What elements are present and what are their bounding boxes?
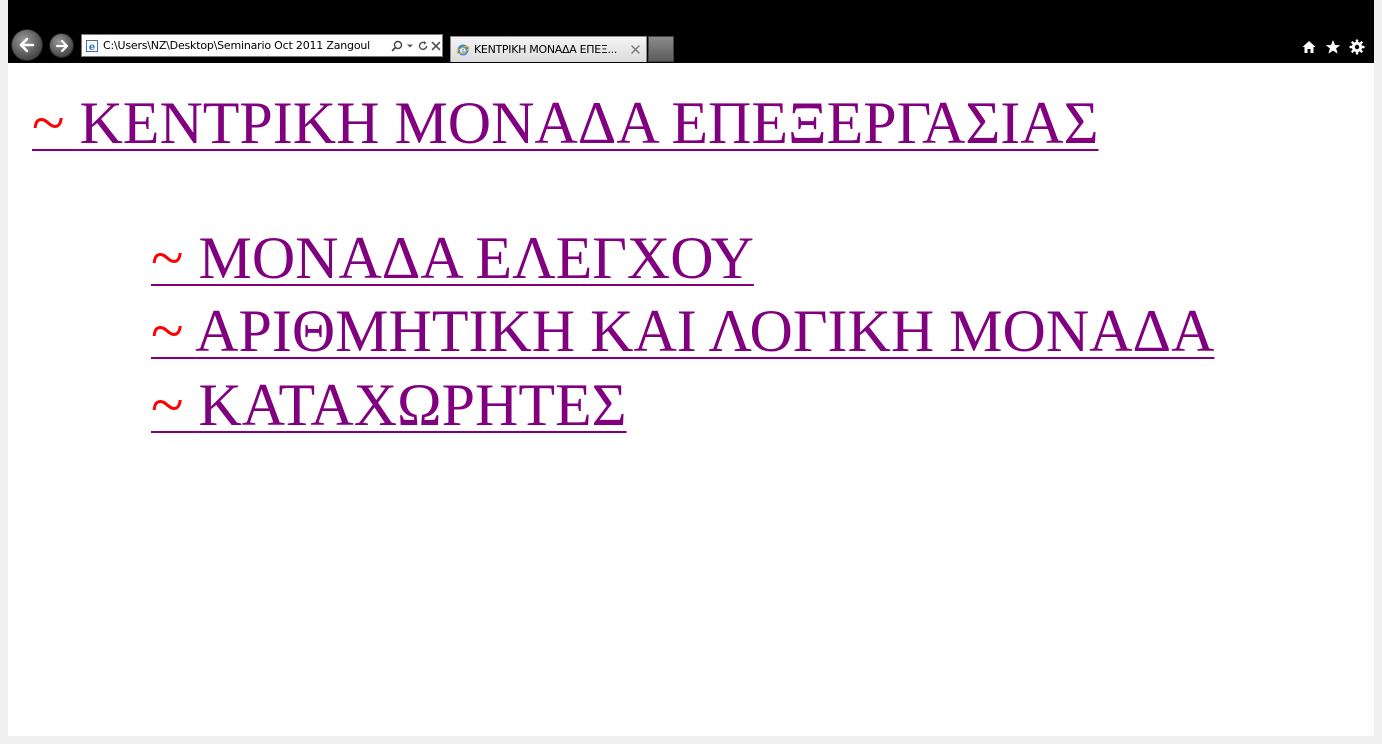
tools-button[interactable] [1348, 38, 1366, 56]
link-registers[interactable]: ~ ΚΑΤΑΧΩΡΗΤΕΣ [151, 375, 627, 435]
page-content: ~ ΚΕΝΤΡΙΚΗ ΜΟΝΑΔΑ ΕΠΕΞΕΡΓΑΣΙΑΣ ~ ΜΟΝΑΔΑ … [8, 63, 1374, 736]
close-icon [630, 45, 640, 54]
svg-text:e: e [89, 42, 95, 53]
gear-icon [1349, 39, 1365, 55]
star-icon [1325, 40, 1341, 54]
stop-button[interactable] [429, 36, 442, 56]
address-text[interactable]: C:\Users\NZ\Desktop\Seminario Oct 2011 Z… [103, 39, 390, 52]
bullet-tilde: ~ [151, 372, 199, 438]
back-button[interactable] [11, 29, 43, 61]
link-arithmetic-logic-unit[interactable]: ~ ΑΡΙΘΜΗΤΙΚΗ ΚΑΙ ΛΟΓΙΚΗ ΜΟΝΑΔΑ [151, 301, 1214, 361]
forward-arrow-icon [55, 39, 68, 52]
ie-favicon-icon: e [456, 44, 470, 56]
tab-active[interactable]: e ΚΕΝΤΡΙΚΗ ΜΟΝΑΔΑ ΕΠΕΞ... [450, 36, 647, 62]
link-label: ΑΡΙΘΜΗΤΙΚΗ ΚΑΙ ΛΟΓΙΚΗ ΜΟΝΑΔΑ [195, 298, 1215, 364]
chevron-down-icon [406, 44, 413, 47]
refresh-button[interactable] [416, 36, 429, 56]
link-label: ΚΑΤΑΧΩΡΗΤΕΣ [198, 372, 627, 438]
bullet-tilde: ~ [32, 90, 80, 156]
back-arrow-icon [19, 37, 35, 53]
page-favicon-icon: e [86, 39, 98, 53]
link-control-unit[interactable]: ~ ΜΟΝΑΔΑ ΕΛΕΓΧΟΥ [151, 228, 754, 288]
browser-toolbar: e C:\Users\NZ\Desktop\Seminario Oct 2011… [8, 0, 1374, 63]
tab-title: ΚΕΝΤΡΙΚΗ ΜΟΝΑΔΑ ΕΠΕΞ... [474, 43, 618, 56]
forward-button[interactable] [49, 33, 74, 58]
new-tab-button[interactable] [648, 36, 674, 62]
tab-close-button[interactable] [628, 45, 642, 54]
link-label: ΚΕΝΤΡΙΚΗ ΜΟΝΑΔΑ ΕΠΕΞΕΡΓΑΣΙΑΣ [79, 90, 1099, 156]
address-bar[interactable]: e C:\Users\NZ\Desktop\Seminario Oct 2011… [81, 34, 443, 57]
home-icon [1302, 41, 1316, 53]
favorites-button[interactable] [1324, 38, 1342, 56]
close-icon [431, 41, 440, 50]
link-central-processing-unit[interactable]: ~ ΚΕΝΤΡΙΚΗ ΜΟΝΑΔΑ ΕΠΕΞΕΡΓΑΣΙΑΣ [32, 93, 1099, 153]
address-dropdown-button[interactable] [403, 36, 416, 56]
bullet-tilde: ~ [151, 225, 199, 291]
home-button[interactable] [1300, 38, 1318, 56]
search-button[interactable] [390, 36, 403, 56]
browser-window: e C:\Users\NZ\Desktop\Seminario Oct 2011… [8, 0, 1374, 736]
search-icon [391, 40, 402, 51]
refresh-icon [418, 40, 427, 50]
link-label: ΜΟΝΑΔΑ ΕΛΕΓΧΟΥ [198, 225, 754, 291]
bullet-tilde: ~ [151, 298, 196, 364]
